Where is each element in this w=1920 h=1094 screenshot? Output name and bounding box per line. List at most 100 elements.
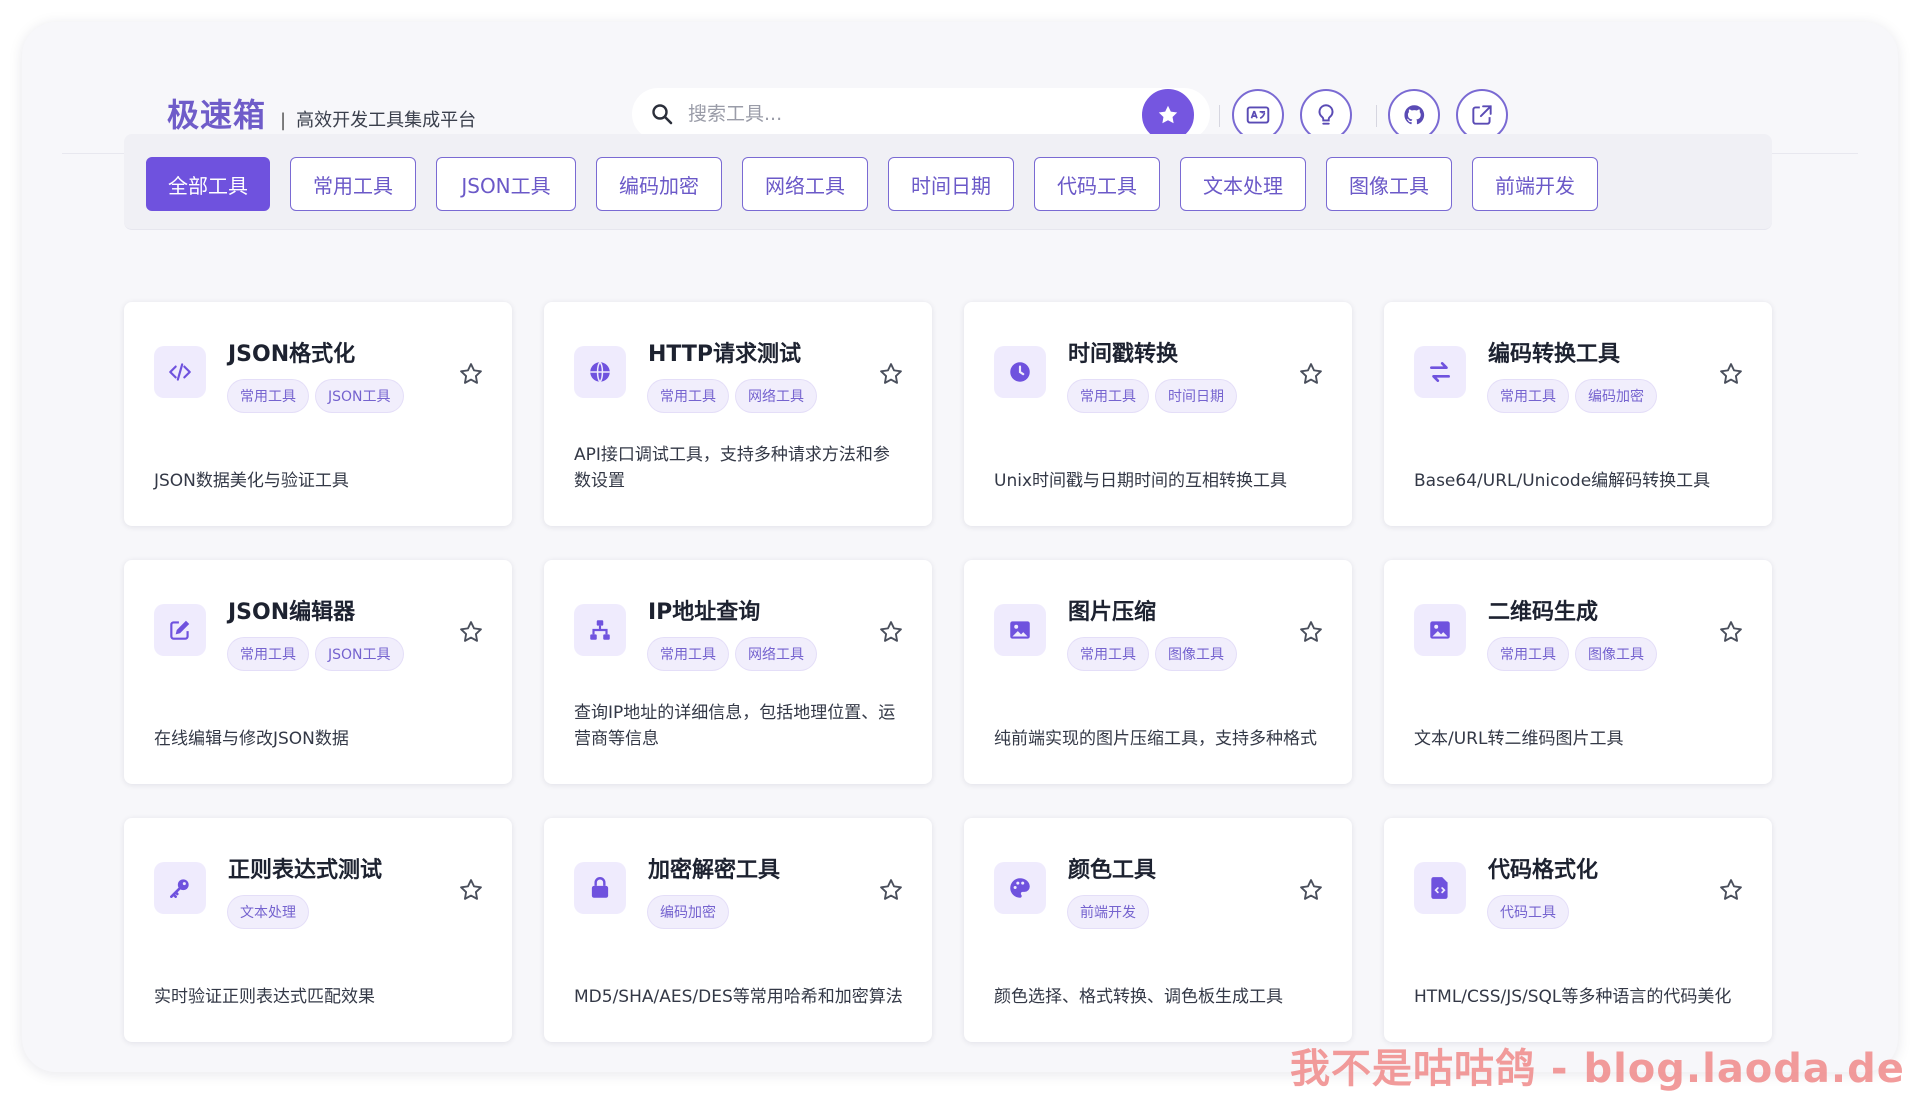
tool-title: 正则表达式测试	[228, 858, 383, 883]
translate-icon	[1246, 106, 1270, 124]
exchange-icon	[1430, 362, 1450, 382]
tool-card[interactable]: 颜色工具 前端开发 颜色选择、格式转换、调色板生成工具	[964, 818, 1352, 1042]
brand[interactable]: 极速箱 | 高效开发工具集成平台	[167, 90, 476, 136]
tag[interactable]: 常用工具	[648, 380, 728, 412]
tag[interactable]: 常用工具	[648, 638, 728, 670]
search-box[interactable]	[632, 88, 1210, 140]
star-icon[interactable]	[1717, 360, 1745, 388]
tool-icon-box	[574, 604, 626, 656]
tag[interactable]: 图像工具	[1156, 638, 1236, 670]
divider	[1219, 105, 1220, 127]
globe-icon	[590, 361, 610, 383]
star-icon[interactable]	[877, 876, 905, 904]
tag[interactable]: 图像工具	[1576, 638, 1656, 670]
tag[interactable]: 常用工具	[1488, 380, 1568, 412]
star-icon[interactable]	[877, 618, 905, 646]
tool-title: IP地址查询	[648, 600, 761, 625]
tag-list: 编码加密	[648, 896, 728, 928]
category-common[interactable]: 常用工具	[290, 157, 416, 211]
star-icon[interactable]	[877, 360, 905, 388]
tag-list: 常用工具 时间日期	[1068, 380, 1236, 412]
tool-icon-box	[574, 862, 626, 914]
category-image[interactable]: 图像工具	[1326, 157, 1452, 211]
category-frontend[interactable]: 前端开发	[1472, 157, 1598, 211]
tag[interactable]: 编码加密	[648, 896, 728, 928]
tool-description: MD5/SHA/AES/DES等常用哈希和加密算法	[574, 987, 903, 1007]
clock-icon	[1010, 362, 1030, 382]
tag-list: 常用工具 JSON工具	[228, 638, 403, 670]
tool-description: 文本/URL转二维码图片工具	[1414, 729, 1624, 749]
tool-card[interactable]: JSON编辑器 常用工具 JSON工具 在线编辑与修改JSON数据	[124, 560, 512, 784]
tool-card[interactable]: 图片压缩 常用工具 图像工具 纯前端实现的图片压缩工具，支持多种格式	[964, 560, 1352, 784]
tool-description: JSON数据美化与验证工具	[154, 471, 349, 491]
category-all[interactable]: 全部工具	[146, 157, 270, 211]
tool-card[interactable]: JSON格式化 常用工具 JSON工具 JSON数据美化与验证工具	[124, 302, 512, 526]
tool-card[interactable]: IP地址查询 常用工具 网络工具 查询IP地址的详细信息，包括地理位置、运营商等…	[544, 560, 932, 784]
star-icon[interactable]	[457, 360, 485, 388]
tool-card[interactable]: 代码格式化 代码工具 HTML/CSS/JS/SQL等多种语言的代码美化	[1384, 818, 1772, 1042]
star-icon[interactable]	[1717, 876, 1745, 904]
star-icon	[1158, 105, 1178, 124]
tool-description: 实时验证正则表达式匹配效果	[154, 987, 375, 1007]
tag[interactable]: 常用工具	[1488, 638, 1568, 670]
tool-icon-box	[1414, 346, 1466, 398]
tool-icon-box	[1414, 604, 1466, 656]
tool-description: Unix时间戳与日期时间的互相转换工具	[994, 471, 1288, 491]
tool-card[interactable]: 二维码生成 常用工具 图像工具 文本/URL转二维码图片工具	[1384, 560, 1772, 784]
tool-icon-box	[154, 346, 206, 398]
star-icon[interactable]	[1297, 876, 1325, 904]
tool-card[interactable]: HTTP请求测试 常用工具 网络工具 API接口调试工具，支持多种请求方法和参数…	[544, 302, 932, 526]
network-icon	[590, 620, 610, 640]
category-json[interactable]: JSON工具	[436, 157, 576, 211]
tag[interactable]: 常用工具	[1068, 638, 1148, 670]
tool-card[interactable]: 时间戳转换 常用工具 时间日期 Unix时间戳与日期时间的互相转换工具	[964, 302, 1352, 526]
category-text[interactable]: 文本处理	[1180, 157, 1306, 211]
tool-title: 图片压缩	[1068, 600, 1157, 625]
key-icon	[170, 879, 189, 898]
brand-name: 极速箱	[167, 96, 267, 134]
tag[interactable]: JSON工具	[316, 638, 403, 670]
tag[interactable]: 编码加密	[1576, 380, 1656, 412]
tool-card[interactable]: 加密解密工具 编码加密 MD5/SHA/AES/DES等常用哈希和加密算法	[544, 818, 932, 1042]
category-datetime[interactable]: 时间日期	[888, 157, 1014, 211]
star-icon[interactable]	[1297, 618, 1325, 646]
lightbulb-icon	[1318, 104, 1334, 125]
category-bar: 全部工具 常用工具 JSON工具 编码加密 网络工具 时间日期 代码工具 文本处…	[124, 134, 1772, 230]
star-icon[interactable]	[1717, 618, 1745, 646]
category-network[interactable]: 网络工具	[742, 157, 868, 211]
tag-list: 常用工具 图像工具	[1068, 638, 1236, 670]
tool-icon-box	[154, 862, 206, 914]
search-input[interactable]	[688, 103, 1168, 125]
tag[interactable]: 常用工具	[1068, 380, 1148, 412]
tag[interactable]: 网络工具	[736, 638, 816, 670]
tool-icon-box	[994, 346, 1046, 398]
star-icon[interactable]	[457, 876, 485, 904]
tag[interactable]: 代码工具	[1488, 896, 1568, 928]
tag-list: 代码工具	[1488, 896, 1568, 928]
watermark: 我不是咕咕鸽 - blog.laoda.de	[1290, 1046, 1905, 1092]
tag[interactable]: 网络工具	[736, 380, 816, 412]
tool-card[interactable]: 编码转换工具 常用工具 编码加密 Base64/URL/Unicode编解码转换…	[1384, 302, 1772, 526]
tag[interactable]: 前端开发	[1068, 896, 1148, 928]
tag[interactable]: 时间日期	[1156, 380, 1236, 412]
tool-description: 颜色选择、格式转换、调色板生成工具	[994, 987, 1283, 1007]
tool-card[interactable]: 正则表达式测试 文本处理 实时验证正则表达式匹配效果	[124, 818, 512, 1042]
tool-title: 代码格式化	[1488, 858, 1599, 883]
tag[interactable]: 文本处理	[228, 896, 308, 928]
brand-separator: |	[280, 110, 287, 131]
image-icon	[1010, 621, 1030, 639]
tool-title: 时间戳转换	[1068, 342, 1179, 367]
star-icon[interactable]	[457, 618, 485, 646]
tag[interactable]: JSON工具	[316, 380, 403, 412]
tool-description: 查询IP地址的详细信息，包括地理位置、运营商等信息	[574, 703, 896, 749]
tag[interactable]: 常用工具	[228, 380, 308, 412]
star-icon[interactable]	[1297, 360, 1325, 388]
tag-list: 常用工具 网络工具	[648, 638, 816, 670]
tool-description: 纯前端实现的图片压缩工具，支持多种格式	[994, 729, 1317, 749]
tag[interactable]: 常用工具	[228, 638, 308, 670]
share-icon	[1472, 105, 1492, 125]
code-icon	[169, 363, 191, 381]
category-code[interactable]: 代码工具	[1034, 157, 1160, 211]
file-code-icon	[1431, 877, 1448, 899]
category-encoding[interactable]: 编码加密	[596, 157, 722, 211]
